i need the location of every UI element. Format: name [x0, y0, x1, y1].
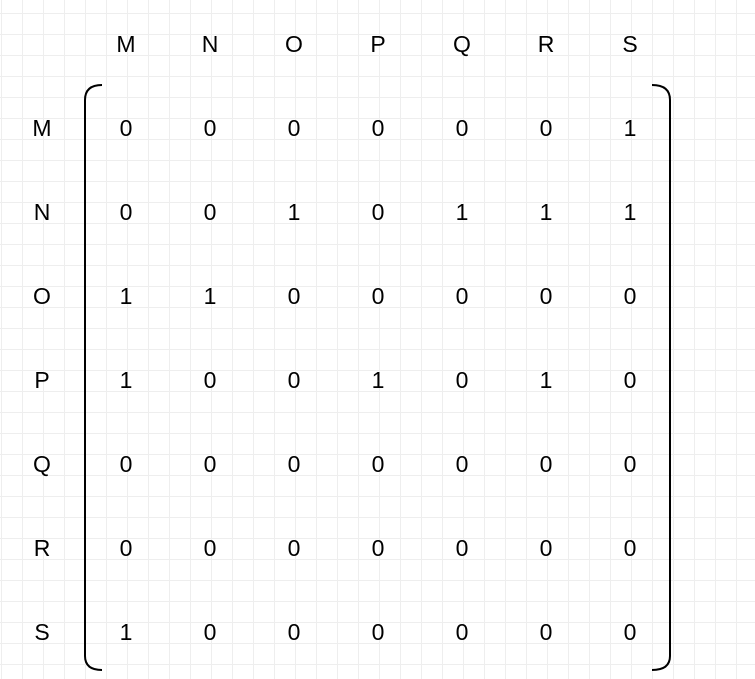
adjacency-matrix-diagram: M N O P Q R S M N O P Q R S 0 0 0 0 0 0 1 0 0 1 0 1 1 1 1 1 0 0 0 0 0 1 0 0… [0, 0, 755, 679]
matrix-cell: 0 [203, 535, 217, 561]
row-header: M [32, 115, 52, 141]
matrix-cell: 1 [539, 199, 553, 225]
matrix-cell: 0 [623, 535, 637, 561]
matrix-cell: 0 [287, 367, 301, 393]
matrix-cell: 0 [623, 367, 637, 393]
column-header: Q [453, 31, 471, 57]
matrix-cell: 1 [119, 367, 133, 393]
matrix-cell: 0 [539, 619, 553, 645]
matrix-cell: 0 [203, 451, 217, 477]
column-header: P [370, 31, 386, 57]
row-header: R [33, 535, 51, 561]
matrix-cell: 0 [119, 535, 133, 561]
column-header: S [622, 31, 638, 57]
matrix-cell: 1 [203, 283, 217, 309]
matrix-cell: 0 [371, 619, 385, 645]
matrix-cell: 0 [539, 283, 553, 309]
matrix-cell: 0 [119, 199, 133, 225]
matrix-cell: 0 [623, 619, 637, 645]
matrix-cell: 0 [623, 283, 637, 309]
column-header: N [201, 31, 219, 57]
matrix-brackets [84, 84, 671, 671]
matrix-cell: 0 [455, 619, 469, 645]
matrix-cell: 1 [287, 199, 301, 225]
matrix-cell: 1 [119, 619, 133, 645]
left-bracket [84, 84, 103, 671]
matrix-cell: 0 [539, 535, 553, 561]
column-header: R [537, 31, 555, 57]
matrix-cell: 0 [287, 115, 301, 141]
matrix-cell: 1 [623, 115, 637, 141]
matrix-cell: 1 [119, 283, 133, 309]
matrix-cell: 0 [287, 619, 301, 645]
matrix-cell: 0 [287, 283, 301, 309]
matrix-cell: 0 [287, 535, 301, 561]
matrix-cell: 0 [203, 115, 217, 141]
matrix-cell: 0 [455, 367, 469, 393]
column-header: M [116, 31, 136, 57]
matrix-cell: 1 [539, 367, 553, 393]
row-header: Q [33, 451, 51, 477]
matrix-cell: 0 [455, 535, 469, 561]
matrix-cell: 0 [371, 451, 385, 477]
matrix-cell: 0 [455, 283, 469, 309]
row-header: P [34, 367, 50, 393]
matrix-cell: 1 [623, 199, 637, 225]
matrix-cell: 0 [371, 115, 385, 141]
matrix-cell: 0 [203, 367, 217, 393]
matrix-cell: 0 [539, 451, 553, 477]
matrix-cell: 0 [455, 115, 469, 141]
matrix-cell: 0 [539, 115, 553, 141]
matrix-cell: 1 [455, 199, 469, 225]
matrix-cell: 0 [119, 115, 133, 141]
row-header: N [33, 199, 51, 225]
matrix-cell: 1 [371, 367, 385, 393]
row-header: O [33, 283, 51, 309]
column-header: O [285, 31, 303, 57]
matrix-cell: 0 [455, 451, 469, 477]
matrix-cell: 0 [623, 451, 637, 477]
matrix-cell: 0 [203, 619, 217, 645]
matrix-cell: 0 [371, 535, 385, 561]
matrix-cell: 0 [371, 199, 385, 225]
matrix-cell: 0 [203, 199, 217, 225]
matrix-cell: 0 [119, 451, 133, 477]
matrix-cell: 0 [287, 451, 301, 477]
right-bracket [651, 84, 671, 671]
row-header: S [34, 619, 50, 645]
matrix-cell: 0 [371, 283, 385, 309]
